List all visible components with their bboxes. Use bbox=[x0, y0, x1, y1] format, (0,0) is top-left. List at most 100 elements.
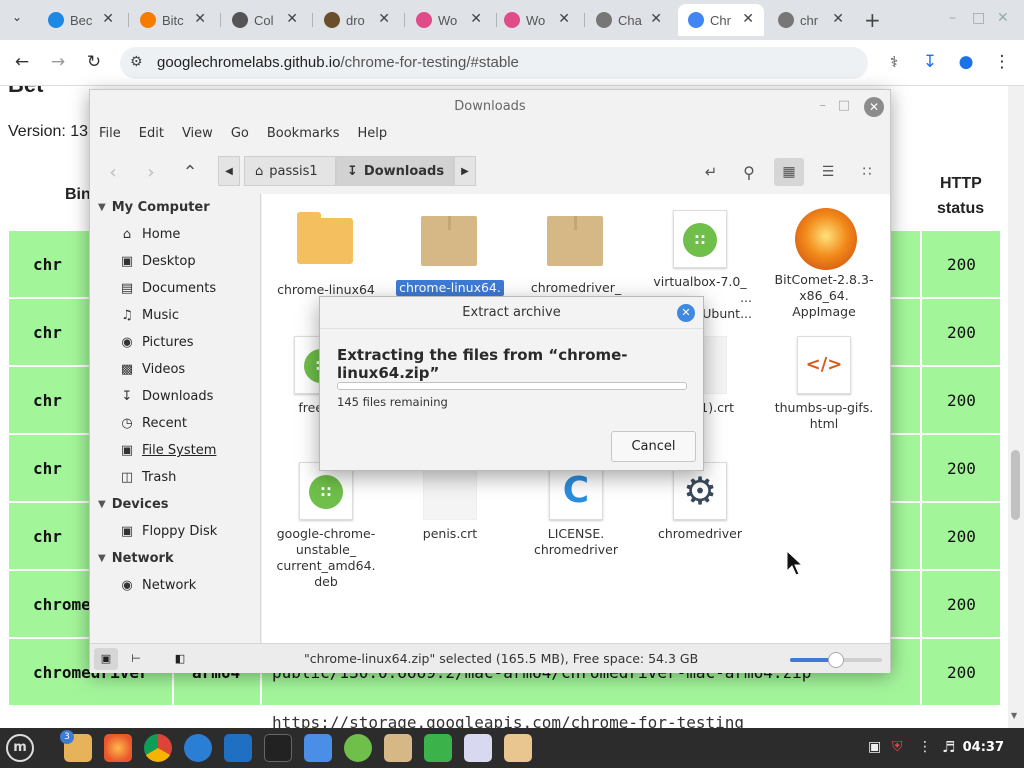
scroll-down-icon[interactable]: ▼ bbox=[1011, 711, 1017, 720]
browser-tab[interactable]: Bec ✕ bbox=[38, 4, 124, 36]
file-item[interactable]: C LICENSE. chromedriver bbox=[516, 462, 636, 558]
package-installer-icon[interactable] bbox=[344, 734, 372, 762]
sidebar-item-downloads[interactable]: ↧ Downloads bbox=[120, 389, 214, 404]
chrome-icon[interactable] bbox=[144, 734, 172, 762]
sidebar-item-network[interactable]: ◉ Network bbox=[120, 578, 196, 593]
tab-close-icon[interactable]: ✕ bbox=[102, 11, 114, 27]
sidebar-section-my-computer[interactable]: ▼ My Computer bbox=[98, 200, 210, 215]
text-editor-icon[interactable] bbox=[304, 734, 332, 762]
firefox-icon[interactable] bbox=[104, 734, 132, 762]
edge-dev-icon[interactable] bbox=[184, 734, 212, 762]
cancel-button[interactable]: Cancel bbox=[611, 431, 696, 462]
tab-close-icon[interactable]: ✕ bbox=[470, 11, 482, 27]
file-item[interactable]: </> thumbs-up-gifs. html bbox=[764, 336, 884, 432]
chrome-menu-icon[interactable]: ⋮ bbox=[990, 50, 1014, 74]
profile-avatar[interactable]: ● bbox=[954, 50, 978, 74]
back-button[interactable]: ‹ bbox=[98, 158, 128, 186]
breadcrumb-right-arrow[interactable]: ▶ bbox=[454, 156, 476, 186]
hide-sidebar-button[interactable]: ◧ bbox=[168, 648, 192, 670]
icon-view-button[interactable]: ▦ bbox=[774, 158, 804, 186]
close-icon[interactable]: ✕ bbox=[677, 304, 695, 322]
tab-close-icon[interactable]: ✕ bbox=[650, 11, 662, 27]
network-icon[interactable]: ⋮ bbox=[918, 739, 932, 755]
site-info-icon[interactable]: ⚙ bbox=[130, 54, 143, 70]
sidebar-item-trash[interactable]: ◫ Trash bbox=[120, 470, 177, 485]
tree-toggle-button[interactable]: ⊢ bbox=[124, 648, 148, 670]
remmina-icon[interactable] bbox=[224, 734, 252, 762]
archive-window-icon[interactable] bbox=[504, 734, 532, 762]
tab-close-icon[interactable]: ✕ bbox=[286, 11, 298, 27]
page-scrollbar[interactable]: ▼ bbox=[1008, 86, 1024, 728]
maximize-icon[interactable]: □ bbox=[972, 10, 985, 26]
scrollbar-thumb[interactable] bbox=[1011, 450, 1020, 520]
volume-icon[interactable]: ♬ bbox=[942, 738, 955, 756]
file-item[interactable]: BitComet-2.8.3- x86_64. AppImage bbox=[764, 208, 884, 320]
menu-go[interactable]: Go bbox=[222, 126, 258, 148]
download-url[interactable]: https://storage.googleapis.com/chrome-fo… bbox=[272, 713, 744, 728]
reload-button[interactable]: ↻ bbox=[82, 50, 106, 74]
archive-manager-icon[interactable] bbox=[384, 734, 412, 762]
new-tab-button[interactable]: + bbox=[864, 8, 881, 32]
forward-button[interactable]: › bbox=[136, 158, 166, 186]
sidebar-item-pictures[interactable]: ◉ Pictures bbox=[120, 335, 193, 350]
sidebar-item-music[interactable]: ♫ Music bbox=[120, 308, 179, 323]
sidebar-item-desktop[interactable]: ▣ Desktop bbox=[120, 254, 196, 269]
maximize-icon[interactable]: □ bbox=[838, 98, 850, 113]
file-item[interactable]: chrome-linux64 bbox=[266, 210, 386, 298]
menu-help[interactable]: Help bbox=[348, 126, 396, 148]
menu-edit[interactable]: Edit bbox=[130, 126, 173, 148]
shield-icon[interactable] bbox=[424, 734, 452, 762]
url-text[interactable]: googlechromelabs.github.io/chrome-for-te… bbox=[157, 54, 519, 71]
tab-close-icon[interactable]: ✕ bbox=[742, 11, 754, 27]
menu-file[interactable]: File bbox=[90, 126, 130, 148]
compact-view-button[interactable]: ∷ bbox=[852, 158, 882, 186]
tab-search-button[interactable]: ⌄ bbox=[12, 10, 22, 24]
minimize-icon[interactable]: – bbox=[949, 10, 956, 26]
document-viewer-icon[interactable] bbox=[464, 734, 492, 762]
mint-menu-icon[interactable]: m bbox=[6, 734, 34, 762]
browser-tab-active[interactable]: Chr ✕ bbox=[678, 4, 764, 36]
sidebar-item-file-system[interactable]: ▣ File System bbox=[120, 443, 217, 458]
menu-bookmarks[interactable]: Bookmarks bbox=[258, 126, 349, 148]
file-item[interactable]: penis.crt bbox=[390, 462, 510, 542]
clipboard-icon[interactable]: ▣ bbox=[868, 739, 881, 755]
minimize-icon[interactable]: – bbox=[820, 98, 827, 113]
sidebar-section-network[interactable]: ▼ Network bbox=[98, 551, 174, 566]
tab-close-icon[interactable]: ✕ bbox=[832, 11, 844, 27]
browser-tab[interactable]: Col ✕ bbox=[222, 4, 308, 36]
browser-tab[interactable]: Cha ✕ bbox=[586, 4, 672, 36]
download-icon[interactable]: ↧ bbox=[918, 50, 942, 74]
zoom-slider-handle[interactable] bbox=[828, 652, 844, 668]
browser-tab[interactable]: Wo ✕ bbox=[406, 4, 492, 36]
forward-button[interactable]: → bbox=[46, 50, 70, 74]
browser-tab[interactable]: chr ✕ bbox=[768, 4, 854, 36]
search-icon[interactable]: ⚲ bbox=[734, 158, 764, 186]
back-button[interactable]: ← bbox=[10, 50, 34, 74]
browser-tab[interactable]: Wo ✕ bbox=[494, 4, 580, 36]
browser-tab[interactable]: dro ✕ bbox=[314, 4, 400, 36]
tab-close-icon[interactable]: ✕ bbox=[378, 11, 390, 27]
close-icon[interactable]: ✕ bbox=[997, 10, 1009, 26]
zoom-slider[interactable] bbox=[790, 652, 882, 668]
shield-tray-icon[interactable]: ⛨ bbox=[892, 739, 903, 755]
labs-flask-icon[interactable]: ⚕ bbox=[882, 50, 906, 74]
terminal-icon[interactable] bbox=[264, 734, 292, 762]
sidebar-item-videos[interactable]: ▩ Videos bbox=[120, 362, 185, 377]
browser-tab[interactable]: Bitc ✕ bbox=[130, 4, 216, 36]
menu-view[interactable]: View bbox=[173, 126, 222, 148]
places-toggle-button[interactable]: ▣ bbox=[94, 648, 118, 670]
breadcrumb-downloads[interactable]: ↧ Downloads bbox=[336, 156, 454, 186]
file-item[interactable]: ⚙ chromedriver bbox=[640, 462, 760, 542]
tab-close-icon[interactable]: ✕ bbox=[558, 11, 570, 27]
list-view-button[interactable]: ☰ bbox=[813, 158, 843, 186]
file-item-selected[interactable]: chrome-linux64. bbox=[390, 210, 510, 296]
sidebar-item-documents[interactable]: ▤ Documents bbox=[120, 281, 216, 296]
file-item[interactable]: ∷ google-chrome- unstable_ current_amd64… bbox=[266, 462, 386, 590]
breadcrumb-home[interactable]: ⌂ passis1 bbox=[244, 156, 336, 186]
sidebar-item-home[interactable]: ⌂ Home bbox=[120, 227, 181, 242]
tab-close-icon[interactable]: ✕ bbox=[194, 11, 206, 27]
sidebar-item-recent[interactable]: ◷ Recent bbox=[120, 416, 187, 431]
sidebar-section-devices[interactable]: ▼ Devices bbox=[98, 497, 169, 512]
toggle-location-icon[interactable]: ↵ bbox=[696, 158, 726, 186]
sidebar-item-floppy-disk[interactable]: ▣ Floppy Disk bbox=[120, 524, 217, 539]
